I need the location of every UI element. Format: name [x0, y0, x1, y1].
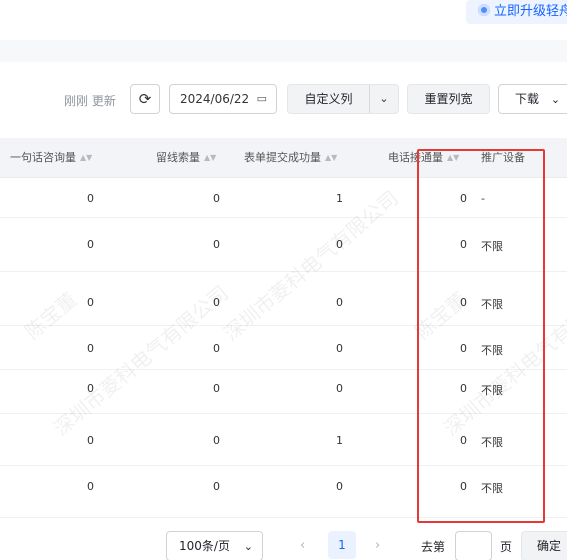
column-label: 留线索量 — [156, 151, 200, 164]
cell-leads: 0 — [213, 434, 220, 447]
pagination: 100条/页 ⌄ ‹ 1 › 去第 页 确定 — [0, 531, 567, 560]
cell-one-sentence-inquiries: 0 — [87, 192, 94, 205]
next-page-button[interactable]: › — [375, 538, 380, 553]
page-number[interactable]: 1 — [328, 531, 356, 559]
table-row: 0 0 0 0 不限 — [0, 326, 567, 370]
cell-calls-connected: 0 — [460, 480, 467, 493]
cell-calls-connected: 0 — [460, 434, 467, 447]
cell-one-sentence-inquiries: 0 — [87, 480, 94, 493]
page-size-select[interactable]: 100条/页 ⌄ — [166, 531, 263, 560]
table-body: 0 0 1 0 - 0 0 0 0 不限 0 0 0 0 不限 0 0 0 0 不限 0 0 0 0 不限 0 0 1 0 不限 0 0 0 0 不… — [0, 178, 567, 518]
upgrade-label: 立即升级轻舟 — [494, 4, 567, 19]
cell-one-sentence-inquiries: 0 — [87, 434, 94, 447]
prev-page-button[interactable]: ‹ — [300, 538, 305, 553]
sort-icon[interactable]: ▲▼ — [204, 138, 216, 178]
refresh-button[interactable]: ⟳ — [130, 84, 160, 114]
cell-form-submissions: 0 — [336, 238, 343, 251]
chevron-down-icon: ⌄ — [550, 93, 561, 106]
page-size-value: 100条/页 — [179, 539, 230, 553]
cell-one-sentence-inquiries: 0 — [87, 382, 94, 395]
cell-calls-connected: 0 — [460, 296, 467, 309]
column-label: 一句话咨询量 — [10, 151, 76, 164]
column-header-device: 推广设备 — [481, 138, 525, 178]
cell-leads: 0 — [213, 480, 220, 493]
cell-form-submissions: 1 — [336, 192, 343, 205]
download-label: 下载 — [515, 92, 540, 106]
column-label: 表单提交成功量 — [244, 151, 321, 164]
download-button[interactable]: 下载 ⌄ — [498, 84, 567, 114]
page-unit-label: 页 — [500, 540, 513, 554]
column-header-calls-connected[interactable]: 电话接通量 ▲▼ — [388, 138, 459, 178]
date-picker[interactable]: 2024/06/22 ▭ — [169, 84, 277, 114]
sort-icon[interactable]: ▲▼ — [447, 138, 459, 178]
table-row: 0 0 0 0 不限 — [0, 466, 567, 518]
goto-page-input[interactable] — [455, 531, 492, 560]
goto-label: 去第 — [421, 540, 446, 554]
table-row: 0 0 1 0 不限 — [0, 414, 567, 466]
cell-form-submissions: 0 — [336, 296, 343, 309]
cell-form-submissions: 0 — [336, 382, 343, 395]
column-header-one-sentence-inquiries[interactable]: 一句话咨询量 ▲▼ — [10, 138, 92, 178]
cell-device: 不限 — [481, 298, 503, 311]
cell-leads: 0 — [213, 192, 220, 205]
column-label: 推广设备 — [481, 151, 525, 164]
chevron-down-icon[interactable]: ⌄ — [370, 85, 398, 113]
table-row: 0 0 1 0 - — [0, 178, 567, 218]
upgrade-icon — [478, 4, 490, 16]
calendar-icon: ▭ — [256, 92, 267, 105]
date-value: 2024/06/22 — [180, 92, 250, 106]
section-divider — [0, 40, 567, 62]
cell-leads: 0 — [213, 382, 220, 395]
refresh-icon: ⟳ — [138, 90, 152, 108]
cell-leads: 0 — [213, 342, 220, 355]
top-bar: 立即升级轻舟 — [0, 0, 567, 36]
confirm-button[interactable]: 确定 — [521, 531, 567, 560]
sort-icon[interactable]: ▲▼ — [80, 138, 92, 178]
table-row: 0 0 0 0 不限 — [0, 218, 567, 272]
cell-calls-connected: 0 — [460, 342, 467, 355]
table-header: 一句话咨询量 ▲▼ 留线索量 ▲▼ 表单提交成功量 ▲▼ 电话接通量 ▲▼ 推广设备 — [0, 138, 567, 178]
chevron-down-icon: ⌄ — [243, 540, 253, 553]
cell-leads: 0 — [213, 238, 220, 251]
custom-columns-button[interactable]: 自定义列 — [288, 85, 370, 113]
cell-calls-connected: 0 — [460, 382, 467, 395]
cell-leads: 0 — [213, 296, 220, 309]
column-label: 电话接通量 — [388, 151, 443, 164]
column-header-leads[interactable]: 留线索量 ▲▼ — [156, 138, 216, 178]
custom-columns-control: 自定义列 ⌄ — [287, 84, 399, 114]
sort-icon[interactable]: ▲▼ — [325, 138, 337, 178]
table-row: 0 0 0 0 不限 — [0, 272, 567, 326]
cell-device: 不限 — [481, 384, 503, 397]
cell-calls-connected: 0 — [460, 238, 467, 251]
cell-device: 不限 — [481, 344, 503, 357]
cell-form-submissions: 1 — [336, 434, 343, 447]
reset-columns-button[interactable]: 重置列宽 — [407, 84, 490, 114]
table-row: 0 0 0 0 不限 — [0, 370, 567, 414]
table-toolbar: 刚刚 更新 ⟳ 2024/06/22 ▭ 自定义列 ⌄ 重置列宽 下载 ⌄ — [0, 84, 567, 116]
cell-device: 不限 — [481, 240, 503, 253]
cell-form-submissions: 0 — [336, 342, 343, 355]
cell-one-sentence-inquiries: 0 — [87, 342, 94, 355]
cell-device: - — [481, 192, 485, 205]
updated-status: 刚刚 更新 — [64, 94, 116, 108]
column-header-form-submissions[interactable]: 表单提交成功量 ▲▼ — [244, 138, 337, 178]
cell-one-sentence-inquiries: 0 — [87, 238, 94, 251]
cell-form-submissions: 0 — [336, 480, 343, 493]
upgrade-button[interactable]: 立即升级轻舟 — [466, 0, 567, 24]
cell-device: 不限 — [481, 436, 503, 449]
cell-device: 不限 — [481, 482, 503, 495]
cell-calls-connected: 0 — [460, 192, 467, 205]
cell-one-sentence-inquiries: 0 — [87, 296, 94, 309]
